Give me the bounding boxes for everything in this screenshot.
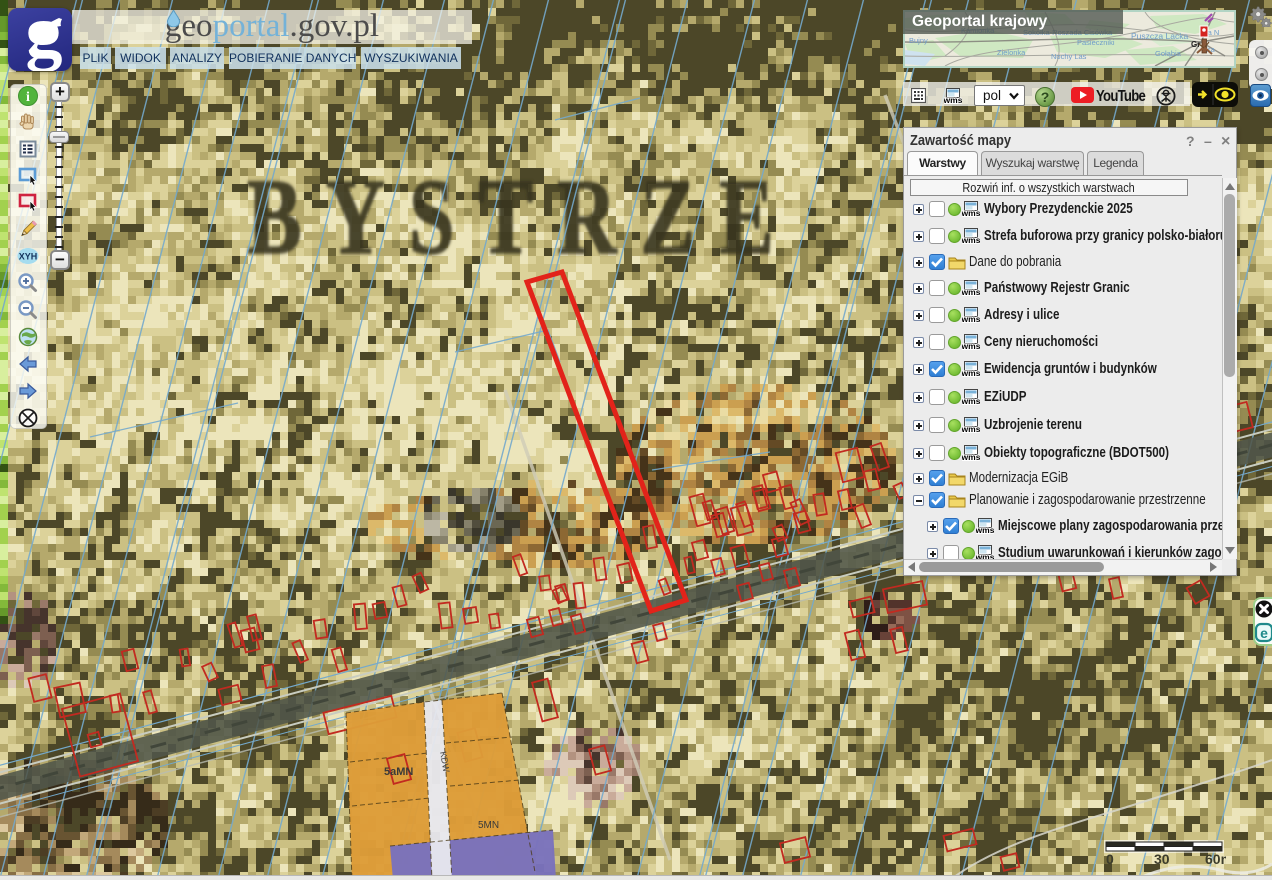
svg-text:Pasieczniki: Pasieczniki bbox=[1077, 38, 1115, 47]
svg-text:wms: wms bbox=[962, 208, 980, 217]
svg-text:Zielonka: Zielonka bbox=[997, 48, 1026, 57]
svg-text:wms: wms bbox=[962, 452, 980, 461]
svg-text:wms: wms bbox=[962, 396, 980, 405]
svg-text:e: e bbox=[1260, 625, 1268, 641]
svg-text:wms: wms bbox=[962, 235, 980, 244]
svg-text:wms: wms bbox=[962, 368, 980, 377]
svg-text:BYSTRZE: BYSTRZE bbox=[247, 156, 798, 277]
svg-text:5MN: 5MN bbox=[478, 820, 499, 831]
svg-text:wms: wms bbox=[962, 341, 980, 350]
svg-text:60m: 60m bbox=[1205, 851, 1226, 866]
svg-text:Puszcza Lacka: Puszcza Lacka bbox=[1131, 31, 1188, 41]
svg-text:wms: wms bbox=[962, 287, 980, 296]
svg-text:i: i bbox=[26, 90, 30, 105]
svg-text:Gołąbia: Gołąbia bbox=[1155, 49, 1182, 58]
svg-text:5aMN: 5aMN bbox=[384, 766, 413, 778]
svg-text:wms: wms bbox=[962, 314, 980, 323]
svg-text:wms: wms bbox=[976, 525, 994, 534]
svg-text:wms: wms bbox=[944, 95, 962, 104]
svg-text:0: 0 bbox=[1106, 851, 1114, 866]
svg-text:XYH: XYH bbox=[19, 252, 38, 262]
svg-text:wms: wms bbox=[962, 424, 980, 433]
svg-text:Nochy Las: Nochy Las bbox=[1051, 52, 1087, 61]
svg-text:Bujny: Bujny bbox=[909, 36, 928, 45]
svg-text:30: 30 bbox=[1154, 851, 1170, 866]
